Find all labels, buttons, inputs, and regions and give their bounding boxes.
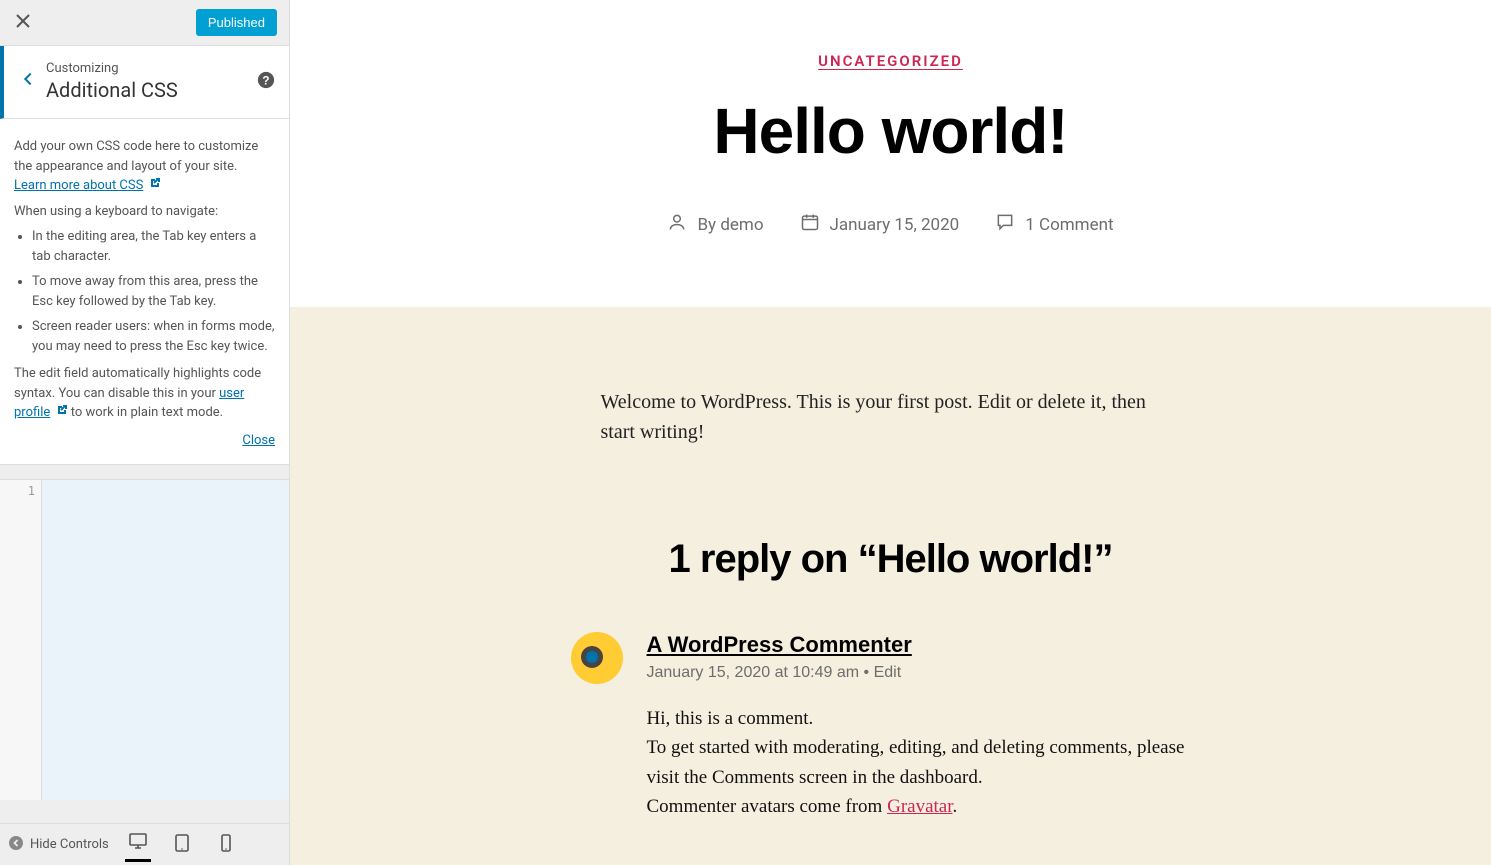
post-comments-text: 1 Comment: [1025, 215, 1113, 235]
help-toggle-button[interactable]: ?: [257, 71, 277, 91]
hide-controls-button[interactable]: Hide Controls: [8, 835, 109, 855]
post-body-wrap: Welcome to WordPress. This is your first…: [290, 307, 1491, 865]
author-name[interactable]: demo: [720, 215, 763, 235]
comment-icon: [995, 212, 1015, 237]
css-editor: 1: [0, 479, 289, 800]
publish-button[interactable]: Published: [196, 9, 277, 36]
section-subtitle: Customizing: [46, 61, 257, 76]
customizer-footer: Hide Controls: [0, 823, 289, 865]
svg-text:?: ?: [262, 75, 269, 88]
site-preview[interactable]: UNCATEGORIZED Hello world! By demo Janua…: [290, 0, 1491, 865]
section-header: Customizing Additional CSS ?: [0, 46, 289, 119]
help-syntax-b: to work in plain text mode.: [68, 405, 224, 420]
external-link-icon: [56, 403, 68, 423]
close-customizer-button[interactable]: [0, 0, 46, 46]
back-button[interactable]: [10, 56, 46, 106]
sidebar-scroll[interactable]: Published Customizing Additional CSS ?: [0, 0, 289, 823]
comment-line: Hi, this is a comment.: [647, 708, 814, 729]
comment-line: Commenter avatars come from: [647, 796, 888, 817]
help-panel: Add your own CSS code here to customize …: [0, 119, 289, 465]
comment-line: To get started with moderating, editing,…: [647, 737, 1185, 787]
gravatar-link[interactable]: Gravatar: [887, 796, 952, 817]
post-content: Welcome to WordPress. This is your first…: [601, 387, 1181, 447]
external-link-icon: [149, 176, 161, 196]
help-close-link[interactable]: Close: [242, 433, 275, 448]
help-tip: In the editing area, the Tab key enters …: [32, 227, 275, 266]
device-tablet-button[interactable]: [169, 828, 195, 862]
device-mobile-button[interactable]: [213, 828, 239, 862]
chevron-left-icon: [19, 70, 37, 92]
hide-controls-label: Hide Controls: [30, 837, 109, 852]
desktop-icon: [128, 831, 148, 855]
editor-gutter: 1: [0, 480, 42, 800]
comment: A WordPress Commenter January 15, 2020 a…: [571, 632, 1211, 822]
post-author: By demo: [667, 212, 763, 237]
editor-line-number: 1: [0, 484, 35, 498]
help-tip: Screen reader users: when in forms mode,…: [32, 317, 275, 356]
device-switcher: [125, 828, 239, 862]
person-icon: [667, 212, 687, 237]
section-title: Additional CSS: [46, 78, 257, 102]
post-comments-link[interactable]: 1 Comment: [995, 212, 1113, 237]
by-prefix: By: [697, 215, 720, 235]
help-keyboard-intro: When using a keyboard to navigate:: [14, 202, 275, 222]
post-date-text: January 15, 2020: [830, 215, 960, 235]
learn-more-link[interactable]: Learn more about CSS: [14, 178, 143, 193]
comment-line: .: [953, 796, 958, 817]
close-icon: [15, 13, 31, 33]
css-editor-textarea[interactable]: [42, 480, 289, 800]
help-tips-list: In the editing area, the Tab key enters …: [32, 227, 275, 356]
comment-avatar: [571, 632, 623, 684]
help-icon: ?: [257, 78, 275, 93]
comments-heading: 1 reply on “Hello world!”: [290, 537, 1491, 582]
customizer-topbar: Published: [0, 0, 289, 46]
tablet-icon: [172, 833, 192, 857]
calendar-icon: [800, 212, 820, 237]
post-header: UNCATEGORIZED Hello world! By demo Janua…: [290, 0, 1491, 307]
post-meta: By demo January 15, 2020 1 Comment: [330, 212, 1451, 237]
collapse-icon: [8, 835, 24, 855]
comment-author-link[interactable]: A WordPress Commenter: [647, 632, 912, 657]
mobile-icon: [216, 833, 236, 857]
comment-meta[interactable]: January 15, 2020 at 10:49 am • Edit: [647, 664, 1211, 682]
customizer-sidebar: Published Customizing Additional CSS ?: [0, 0, 290, 865]
post-date: January 15, 2020: [800, 212, 960, 237]
post-category-link[interactable]: UNCATEGORIZED: [818, 52, 963, 70]
help-intro: Add your own CSS code here to customize …: [14, 139, 258, 174]
help-tip: To move away from this area, press the E…: [32, 272, 275, 311]
device-desktop-button[interactable]: [125, 828, 151, 862]
comment-text: Hi, this is a comment. To get started wi…: [647, 704, 1211, 822]
post-title: Hello world!: [330, 94, 1451, 168]
